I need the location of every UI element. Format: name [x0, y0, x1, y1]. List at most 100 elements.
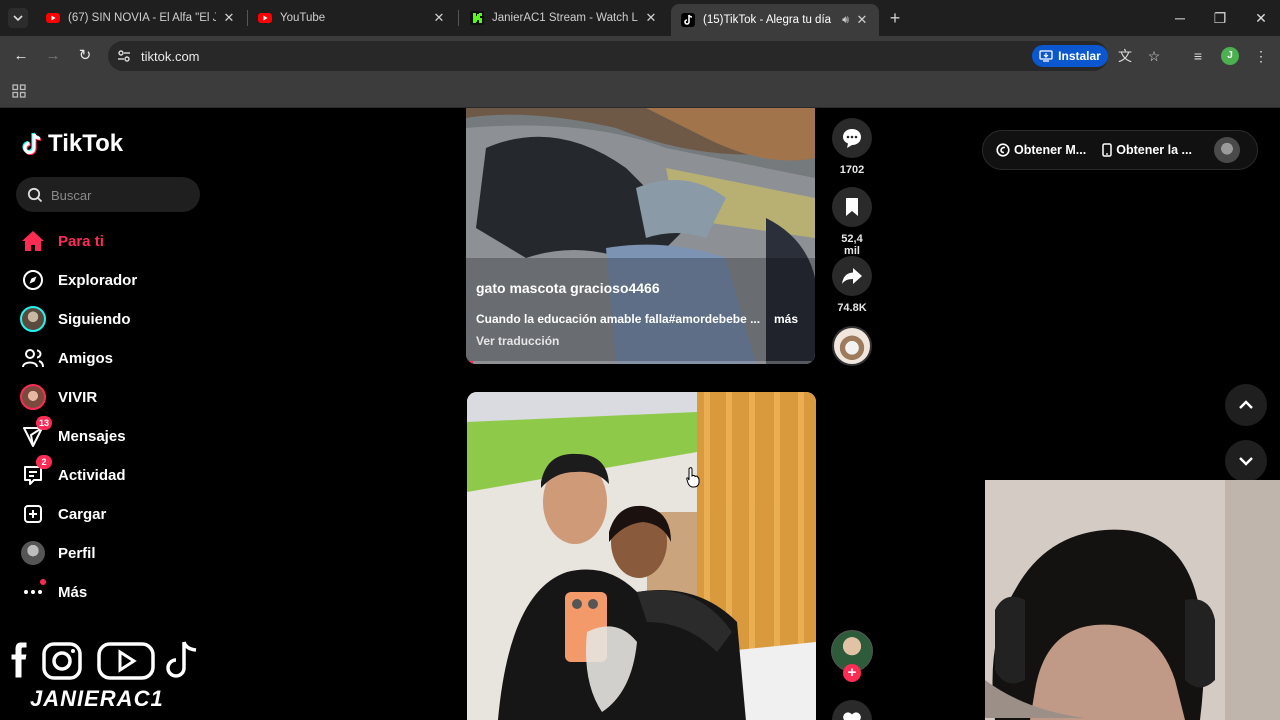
nav-perfil[interactable]: Perfil [20, 539, 96, 567]
bookmark-star-icon[interactable]: ☆ [1145, 47, 1163, 65]
nav-para-ti[interactable]: Para ti [20, 227, 104, 255]
get-coins-label: Obtener M... [1014, 143, 1087, 157]
comment-action[interactable]: 1702 [832, 118, 872, 176]
url-text: tiktok.com [141, 49, 200, 64]
phone-icon [1102, 143, 1112, 157]
webcam-overlay [985, 480, 1280, 720]
notification-dot [40, 579, 46, 585]
speaker-icon[interactable]: 🔊︎ [842, 14, 849, 27]
restore-button[interactable]: ❐ [1210, 8, 1230, 28]
nav-label: Más [58, 583, 88, 601]
video-player-2[interactable] [467, 392, 816, 720]
nav-mas[interactable]: Más [20, 578, 87, 606]
streamer-name: JANIERAC1 [30, 686, 164, 711]
close-tab-icon[interactable]: ✕ [644, 11, 658, 25]
translate-link[interactable]: Ver traducción [476, 334, 559, 348]
logo-text: TikTok [48, 130, 124, 157]
home-icon [20, 228, 46, 254]
media-queue-icon[interactable]: ≡ [1189, 47, 1207, 65]
close-tab-icon[interactable]: ✕ [222, 11, 236, 25]
nav-label: VIVIR [58, 388, 98, 406]
apps-grid-icon[interactable] [12, 84, 26, 98]
share-action[interactable]: 74.8K [832, 256, 872, 314]
video-frame-2 [467, 392, 816, 720]
tab-search-button[interactable] [8, 8, 28, 28]
forward-button[interactable]: → [43, 46, 63, 66]
compass-icon [20, 267, 46, 293]
tab-youtube-video[interactable]: (67) SIN NOVIA - El Alfa "El Jefe ✕ [36, 4, 246, 32]
share-button[interactable] [832, 256, 872, 296]
user-avatar[interactable] [1213, 137, 1240, 163]
messages-icon: 13 [20, 416, 52, 449]
get-app-label: Obtener la ... [1116, 143, 1192, 157]
video-author[interactable]: gato mascota gracioso4466 [476, 280, 660, 296]
live-avatar-icon [20, 384, 46, 410]
webcam-frame [985, 480, 1280, 720]
close-tab-icon[interactable]: ✕ [432, 11, 446, 25]
nav-label: Amigos [58, 349, 114, 367]
reload-button[interactable]: ↻ [75, 46, 95, 66]
previous-video-button[interactable] [1225, 384, 1267, 426]
new-tab-button[interactable]: + [886, 9, 904, 27]
browser-toolbar: ← → ↻ tiktok.com Instalar 文 ☆ ≡ J ⋮ [0, 36, 1280, 76]
tab-title: JanierAC1 Stream - Watch Live o [492, 12, 638, 24]
get-app-pill: Obtener M... Obtener la ... [982, 130, 1258, 170]
nav-vivir[interactable]: VIVIR [20, 383, 97, 411]
instagram-icon [41, 641, 83, 681]
nav-label: Explorador [58, 271, 138, 289]
coin-icon [996, 143, 1010, 157]
address-bar[interactable]: tiktok.com [108, 41, 1108, 71]
profile-avatar[interactable]: J [1221, 47, 1239, 65]
install-label: Instalar [1058, 49, 1101, 63]
youtube-icon [46, 11, 60, 25]
close-window-button[interactable]: ✕ [1251, 8, 1271, 28]
search-input[interactable] [51, 185, 191, 205]
video-player-1[interactable]: gato mascota gracioso4466 Cuando la educ… [466, 108, 815, 364]
next-video-button[interactable] [1225, 440, 1267, 482]
site-info-icon[interactable] [116, 48, 132, 64]
social-icons [10, 640, 197, 681]
follow-button[interactable]: + [843, 664, 861, 682]
comment-button[interactable] [832, 118, 872, 158]
close-tab-icon[interactable]: ✕ [855, 13, 869, 27]
profile-avatar-icon [20, 540, 46, 566]
music-disc-icon[interactable] [832, 326, 872, 366]
nav-explorador[interactable]: Explorador [20, 266, 137, 294]
activity-icon: 2 [20, 455, 52, 488]
bookmarks-bar [0, 76, 1280, 108]
tiktok-logo-outline-icon [164, 640, 197, 680]
more-link[interactable]: más [774, 312, 798, 326]
like-button[interactable] [832, 700, 872, 720]
facebook-icon [10, 641, 28, 679]
nav-label: Mensajes [58, 427, 126, 445]
translate-icon[interactable]: 文 [1116, 47, 1134, 65]
tab-tiktok[interactable]: (15)TikTok - Alegra tu día 🔊︎ ✕ [671, 4, 879, 36]
get-app-button[interactable]: Obtener la ... [1102, 143, 1192, 157]
back-button[interactable]: ← [11, 46, 31, 66]
tiktok-logo[interactable]: TikTok [22, 130, 123, 158]
tab-title: (67) SIN NOVIA - El Alfa "El Jefe [68, 12, 216, 24]
kick-icon [470, 11, 484, 25]
bookmark-button[interactable] [832, 187, 872, 227]
video-progress-bar[interactable] [466, 361, 815, 364]
tab-kick-stream[interactable]: JanierAC1 Stream - Watch Live o ✕ [460, 4, 668, 32]
minimize-button[interactable]: ─ [1170, 8, 1190, 28]
nav-label: Para ti [58, 232, 104, 250]
get-coins-button[interactable]: Obtener M... [996, 143, 1086, 157]
nav-cargar[interactable]: Cargar [20, 500, 106, 528]
share-count: 74.8K [837, 302, 867, 314]
comment-icon [843, 129, 861, 148]
nav-siguiendo[interactable]: Siguiendo [20, 305, 131, 333]
nav-actividad[interactable]: 2 Actividad [20, 455, 126, 489]
search-box[interactable] [16, 177, 200, 212]
nav-label: Actividad [58, 466, 126, 484]
following-avatar-icon [20, 306, 46, 332]
nav-mensajes[interactable]: 13 Mensajes [20, 416, 126, 450]
nav-label: Perfil [58, 544, 96, 562]
tab-youtube[interactable]: YouTube ✕ [248, 4, 456, 32]
nav-amigos[interactable]: Amigos [20, 344, 113, 372]
install-app-button[interactable]: Instalar [1032, 45, 1108, 67]
menu-kebab-icon[interactable]: ⋮ [1252, 47, 1270, 65]
comment-count: 1702 [839, 164, 865, 176]
bookmark-action[interactable]: 52,4 mil [832, 187, 872, 257]
